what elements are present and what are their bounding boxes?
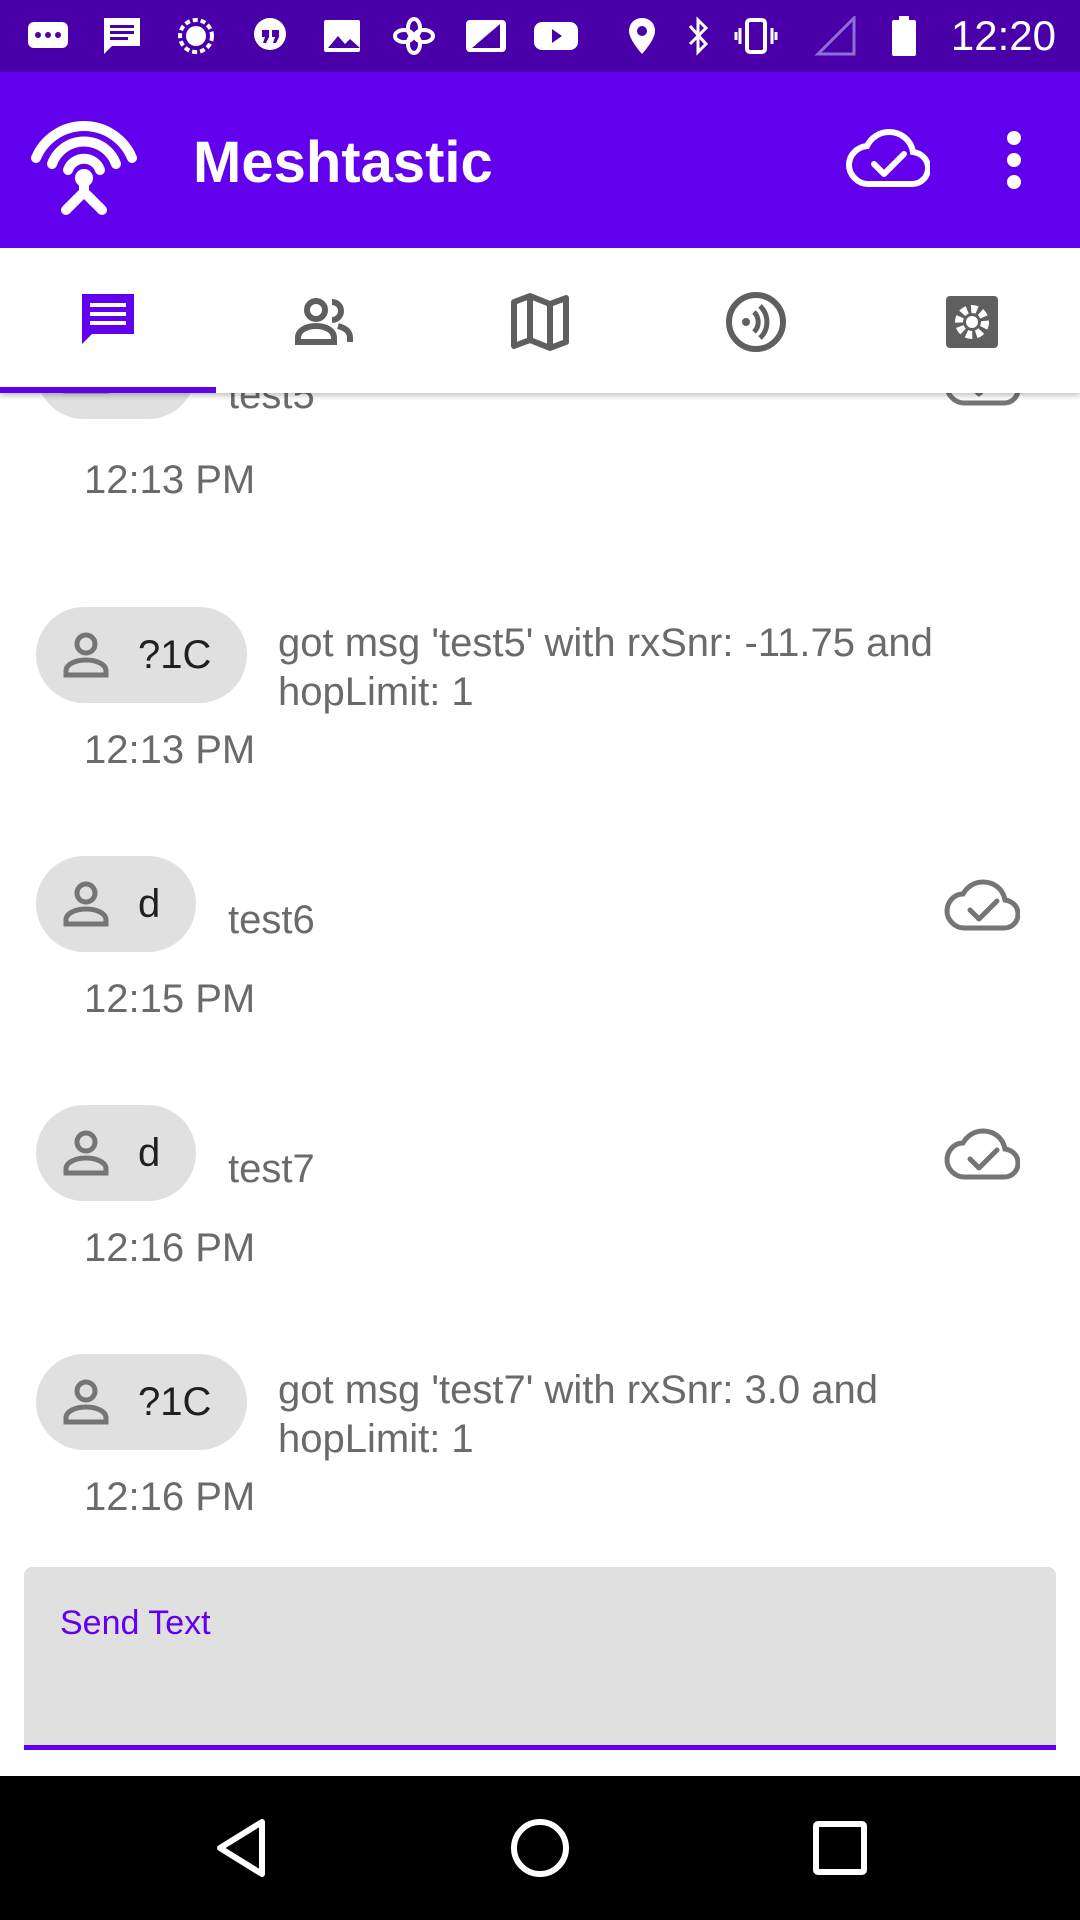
sender-chip[interactable]: ?1C [36, 1354, 248, 1450]
recents-icon[interactable] [804, 1812, 876, 1884]
sender-name: d [138, 1131, 161, 1175]
more-vert-icon[interactable] [988, 124, 1040, 196]
settings-icon [946, 296, 998, 348]
app-bar: Meshtastic [0, 72, 1080, 248]
map-icon [511, 293, 569, 351]
message-list[interactable]: d test5 12:13 PM ?1C got msg 'test5' wit… [0, 393, 1080, 1563]
back-icon[interactable] [206, 1812, 278, 1884]
chat-icon [104, 18, 140, 54]
bluetooth-icon [688, 16, 709, 56]
sender-chip[interactable]: d [36, 393, 197, 419]
home-icon[interactable] [504, 1812, 576, 1884]
list-item[interactable]: d test7 12:16 PM [0, 1105, 1080, 1345]
list-item[interactable]: ?1C got msg 'test7' with rxSnr: 3.0 and … [0, 1354, 1080, 1563]
image-icon [324, 20, 360, 52]
tab-messages[interactable] [0, 248, 216, 393]
message-text: test6 [228, 898, 315, 942]
message-time: 12:16 PM [84, 1475, 256, 1519]
tab-users[interactable] [216, 248, 432, 393]
cloud-check-icon [944, 1128, 1020, 1180]
tab-bar [0, 248, 1080, 393]
tab-map[interactable] [432, 248, 648, 393]
quote-icon [254, 18, 286, 50]
meshtastic-logo-icon [31, 121, 137, 215]
tab-settings[interactable] [864, 248, 1080, 393]
app-title: Meshtastic [193, 130, 493, 195]
sender-chip[interactable]: d [36, 856, 197, 952]
person-icon [63, 393, 109, 394]
battery-icon [892, 16, 916, 56]
send-text-field[interactable]: Send Text [24, 1567, 1056, 1750]
person-icon [63, 881, 109, 927]
cloud-check-icon [945, 393, 1020, 406]
message-time: 12:13 PM [84, 458, 256, 502]
sender-name: ?1C [138, 1380, 212, 1424]
vibrate-icon [734, 18, 778, 54]
sim-icon [466, 20, 506, 52]
list-item[interactable]: d test5 12:13 PM [0, 393, 1080, 563]
messenger-icon [28, 22, 68, 48]
field-underline [24, 1745, 1056, 1750]
tab-indicator [0, 387, 216, 393]
list-item[interactable]: ?1C got msg 'test5' with rxSnr: -11.75 a… [0, 607, 1080, 847]
navigation-bar [0, 1776, 1080, 1920]
tab-channel[interactable] [648, 248, 864, 393]
sender-name: ?1C [138, 633, 212, 677]
sender-chip[interactable]: ?1C [36, 607, 248, 703]
message-text: got msg 'test5' with rxSnr: -11.75 and h… [278, 621, 933, 714]
list-item[interactable]: d test6 12:15 PM [0, 856, 1080, 1096]
send-text-label: Send Text [60, 1604, 211, 1642]
youtube-icon [534, 22, 578, 50]
person-icon [63, 1379, 109, 1425]
message-text: test7 [228, 1147, 315, 1191]
radio-icon [726, 292, 786, 352]
cellular-signal-icon [814, 16, 856, 56]
sender-name: d [138, 393, 160, 394]
message-text: test5 [228, 393, 315, 417]
status-time: 12:20 [950, 12, 1056, 59]
message-time: 12:15 PM [84, 977, 256, 1021]
pinwheel-icon [393, 17, 435, 55]
person-icon [63, 632, 109, 678]
message-text: got msg 'test7' with rxSnr: 3.0 and hopL… [278, 1368, 878, 1461]
person-icon [63, 1130, 109, 1176]
message-time: 12:13 PM [84, 728, 256, 772]
message-time: 12:16 PM [84, 1226, 256, 1270]
signal-app-icon [178, 18, 214, 54]
cloud-check-icon[interactable] [846, 124, 930, 196]
people-icon [295, 298, 353, 345]
sender-name: d [138, 882, 161, 926]
location-icon [629, 18, 655, 54]
sender-chip[interactable]: d [36, 1105, 197, 1201]
status-bar: 12:20 [0, 0, 1080, 72]
chat-icon [82, 294, 134, 344]
cloud-check-icon [944, 879, 1020, 931]
